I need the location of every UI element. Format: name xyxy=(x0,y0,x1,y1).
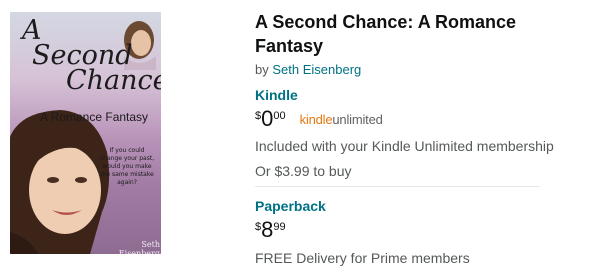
cover-title-line: Chance xyxy=(66,65,161,96)
format-link-kindle[interactable]: Kindle xyxy=(255,87,298,103)
price-kindle[interactable]: $0 00 xyxy=(255,108,286,130)
price-fraction: 99 xyxy=(273,221,286,233)
byline: by Seth Eisenberg xyxy=(255,60,585,79)
product-title-link[interactable]: A Second Chance: A Romance Fantasy xyxy=(255,10,585,58)
kindle-unlimited-note: Included with your Kindle Unlimited memb… xyxy=(255,138,554,154)
cover-author: Seth Eisenberg xyxy=(118,240,160,254)
format-link-paperback[interactable]: Paperback xyxy=(255,198,326,214)
format-divider xyxy=(255,186,540,187)
kindle-unlimited-logo-unlimited: unlimited xyxy=(332,112,383,127)
book-cover-image[interactable]: A Second Chance A Romance Fantasy If you… xyxy=(10,12,161,254)
price-paperback[interactable]: $8 99 xyxy=(255,219,286,241)
price-whole: 0 xyxy=(261,106,274,131)
cover-subtitle: A Romance Fantasy xyxy=(40,110,149,124)
product-info: A Second Chance: A Romance Fantasy by Se… xyxy=(255,10,585,268)
format-paperback: Paperback $8 99 FREE Delivery for Prime m… xyxy=(255,198,585,268)
price-row: $8 99 xyxy=(255,219,585,243)
kindle-unlimited-logo: kindleunlimited xyxy=(300,113,383,127)
price-row: $0 00 kindleunlimited xyxy=(255,108,585,132)
kindle-unlimited-logo-kindle: kindle xyxy=(299,112,333,127)
byline-prefix: by xyxy=(255,62,269,77)
author-link[interactable]: Seth Eisenberg xyxy=(272,62,361,77)
format-kindle: Kindle $0 00 kindleunlimited Included wit… xyxy=(255,87,585,181)
delivery-note: FREE Delivery for Prime members xyxy=(255,250,470,266)
alt-buy-price: Or $3.99 to buy xyxy=(255,163,352,179)
cover-title: A Second Chance xyxy=(22,17,161,96)
price-whole: 8 xyxy=(261,217,274,242)
price-fraction: 00 xyxy=(273,110,286,122)
cover-blurb: If you could change your past, would you… xyxy=(99,147,155,186)
